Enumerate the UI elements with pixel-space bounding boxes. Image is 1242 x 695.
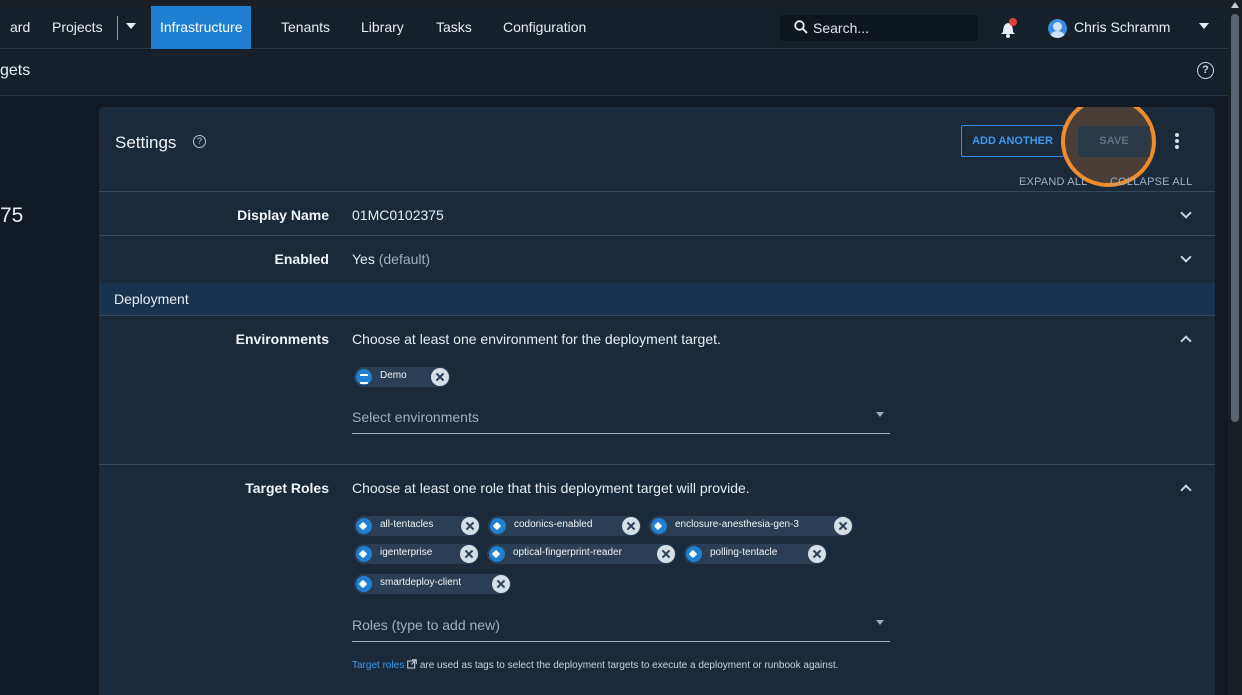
- chip-label: smartdeploy-client: [380, 577, 462, 588]
- deployment-section-header: Deployment: [99, 283, 1215, 315]
- chip-label: optical-fingerprint-reader: [513, 547, 622, 558]
- notification-bell-icon[interactable]: [1000, 18, 1018, 38]
- target-roles-help-text: Target roles are used as tags to select …: [352, 659, 872, 673]
- chevron-down-icon[interactable]: [1180, 251, 1192, 263]
- user-name[interactable]: Chris Schramm: [1074, 6, 1170, 49]
- role-chip: polling-tentacle: [684, 544, 827, 564]
- settings-title: Settings: [115, 133, 177, 152]
- role-chip: optical-fingerprint-reader: [487, 544, 676, 564]
- remove-chip-icon[interactable]: [461, 517, 479, 535]
- environments-description: Choose at least one environment for the …: [352, 331, 721, 347]
- expand-all-link[interactable]: EXPAND ALL: [1019, 176, 1087, 188]
- tag-icon: [356, 546, 372, 562]
- role-chip: enclosure-anesthesia-gen-3: [649, 516, 853, 536]
- scroll-up-icon[interactable]: [1231, 2, 1239, 8]
- remove-chip-icon[interactable]: [431, 368, 449, 386]
- environment-chip: Demo: [354, 367, 450, 387]
- role-chip: igenterprise: [354, 544, 479, 564]
- help-icon[interactable]: ?: [1197, 62, 1214, 79]
- environments-placeholder: Select environments: [352, 409, 479, 425]
- roles-select[interactable]: Roles (type to add new): [352, 612, 890, 642]
- target-roles-label: Target Roles: [245, 480, 329, 496]
- remove-chip-icon[interactable]: [460, 545, 478, 563]
- nav-item-tenants[interactable]: Tenants: [281, 6, 330, 49]
- remove-chip-icon[interactable]: [622, 517, 640, 535]
- role-chip: smartdeploy-client: [354, 574, 511, 594]
- save-button[interactable]: SAVE: [1078, 126, 1150, 157]
- divider: [99, 191, 1215, 192]
- chevron-up-icon[interactable]: [1180, 484, 1192, 496]
- display-name-label: Display Name: [237, 207, 329, 223]
- tag-icon: [686, 546, 702, 562]
- remove-chip-icon[interactable]: [834, 517, 852, 535]
- divider: [99, 235, 1215, 236]
- nav-item-library[interactable]: Library: [361, 6, 404, 49]
- more-options-icon[interactable]: [1175, 133, 1179, 149]
- page-header: gets: [0, 50, 1228, 96]
- chip-label: igenterprise: [380, 547, 433, 558]
- dropdown-arrow-icon: [876, 620, 884, 625]
- nav-item-dashboard[interactable]: ard: [10, 6, 30, 49]
- environment-icon: [356, 369, 372, 385]
- projects-dropdown-icon[interactable]: [126, 23, 136, 29]
- dropdown-arrow-icon: [876, 412, 884, 417]
- chip-label: codonics-enabled: [514, 519, 593, 530]
- add-another-button[interactable]: ADD ANOTHER: [961, 125, 1064, 157]
- enabled-default-suffix: (default): [378, 251, 431, 267]
- collapse-all-link[interactable]: COLLAPSE ALL: [1110, 176, 1193, 188]
- enabled-value[interactable]: Yes (default): [352, 251, 430, 267]
- remove-chip-icon[interactable]: [808, 545, 826, 563]
- chevron-up-icon[interactable]: [1180, 335, 1192, 347]
- enabled-value-text: Yes: [352, 251, 375, 267]
- search-placeholder: Search...: [813, 20, 870, 36]
- display-name-value[interactable]: 01MC0102375: [352, 207, 444, 223]
- chip-label: polling-tentacle: [710, 547, 778, 558]
- tag-icon: [490, 518, 506, 534]
- chevron-down-icon[interactable]: [1180, 207, 1192, 219]
- chip-label: Demo: [380, 370, 407, 381]
- user-menu-dropdown-icon[interactable]: [1199, 23, 1209, 29]
- environments-label: Environments: [235, 331, 329, 347]
- external-link-icon: [407, 659, 417, 669]
- nav-item-configuration[interactable]: Configuration: [503, 6, 586, 49]
- role-chip: codonics-enabled: [488, 516, 641, 536]
- nav-divider: [117, 16, 118, 40]
- help-text-body: are used as tags to select the deploymen…: [419, 660, 839, 671]
- tag-icon: [489, 546, 505, 562]
- page-title: gets: [0, 62, 31, 79]
- environments-select[interactable]: Select environments: [352, 404, 890, 434]
- target-name-fragment: 75: [0, 204, 24, 227]
- chip-label: enclosure-anesthesia-gen-3: [675, 519, 799, 530]
- remove-chip-icon[interactable]: [657, 545, 675, 563]
- user-avatar[interactable]: [1048, 19, 1067, 38]
- top-nav: ard Projects Infrastructure Tenants Libr…: [0, 6, 1228, 49]
- target-roles-help-link[interactable]: Target roles: [352, 660, 404, 671]
- divider: [99, 315, 1215, 316]
- scrollbar-thumb[interactable]: [1231, 14, 1239, 422]
- page-scrollbar[interactable]: [1228, 0, 1242, 695]
- chip-label: all-tentacles: [380, 519, 434, 530]
- remove-chip-icon[interactable]: [492, 575, 510, 593]
- tag-icon: [356, 576, 372, 592]
- search-input[interactable]: Search...: [780, 15, 978, 41]
- tag-icon: [356, 518, 372, 534]
- enabled-label: Enabled: [274, 251, 329, 267]
- nav-item-infrastructure[interactable]: Infrastructure: [151, 6, 252, 49]
- role-chip: all-tentacles: [354, 516, 480, 536]
- tag-icon: [651, 518, 667, 534]
- settings-card: Settings ? ADD ANOTHER SAVE EXPAND ALL C…: [99, 107, 1215, 695]
- divider: [99, 464, 1215, 465]
- settings-help-icon[interactable]: ?: [193, 135, 206, 148]
- roles-placeholder: Roles (type to add new): [352, 617, 500, 633]
- deployment-section-title: Deployment: [114, 291, 189, 307]
- target-roles-description: Choose at least one role that this deplo…: [352, 480, 750, 496]
- nav-item-tasks[interactable]: Tasks: [436, 6, 472, 49]
- search-icon: [794, 20, 808, 34]
- nav-item-projects[interactable]: Projects: [52, 6, 103, 49]
